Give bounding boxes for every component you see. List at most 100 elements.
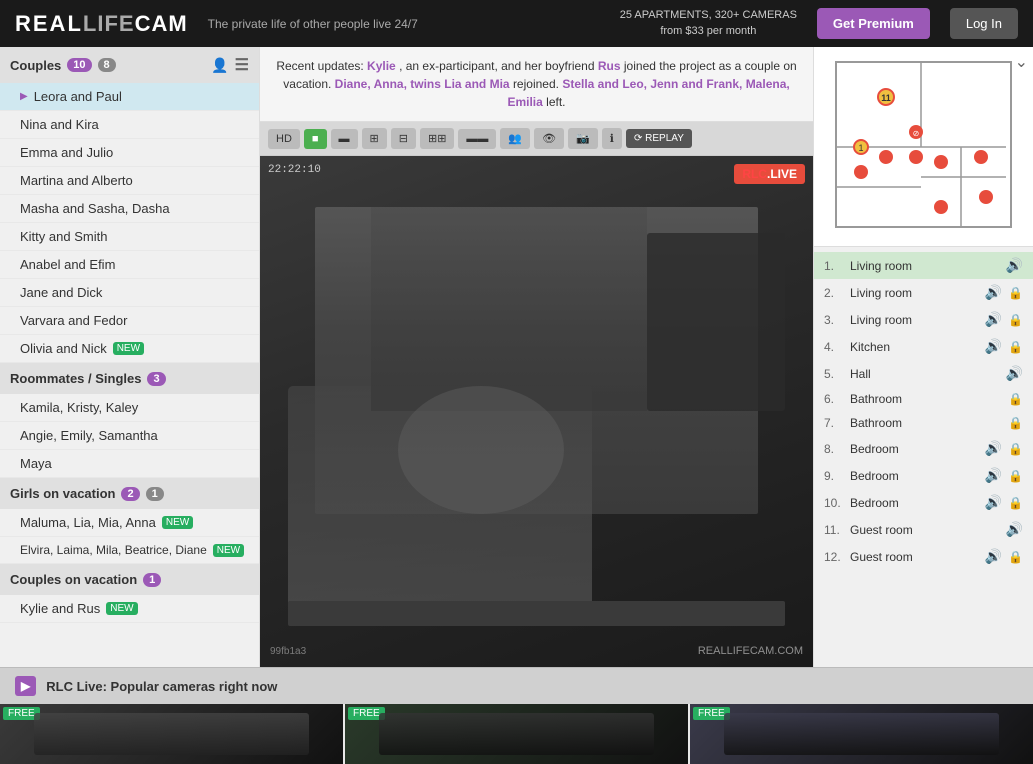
main-layout: Couples 10 8 👤 ☰ ▶ Leora and Paul Nina a… [0, 47, 1033, 667]
new-badge: NEW [113, 342, 144, 355]
room-list-item-3[interactable]: 3. Living room 🔊 🔒 [814, 306, 1033, 333]
sidebar-item-kitty-smith[interactable]: Kitty and Smith [0, 223, 259, 251]
sidebar-item-angie[interactable]: Angie, Emily, Samantha [0, 422, 259, 450]
live-button[interactable]: ■ [304, 129, 327, 149]
video-timestamp: 22:22:10 [268, 164, 321, 176]
sidebar: Couples 10 8 👤 ☰ ▶ Leora and Paul Nina a… [0, 47, 260, 667]
lock-icon-10: 🔒 [1008, 496, 1023, 510]
bottom-bar: ▶ RLC Live: Popular cameras right now [0, 667, 1033, 704]
sidebar-item-martina-alberto[interactable]: Martina and Alberto [0, 167, 259, 195]
room-list-item-11[interactable]: 11. Guest room 🔊 [814, 516, 1033, 543]
sidebar-item-leora-paul[interactable]: ▶ Leora and Paul [0, 83, 259, 111]
watermark: REALLIFECAM.COM [698, 645, 803, 657]
couples-section-header: Couples 10 8 👤 ☰ [0, 47, 259, 83]
layout-1-button[interactable]: ▬ [331, 129, 358, 149]
floor-plan-map: 11 ⊘ 1 ⌄ [814, 47, 1033, 247]
video-area: 22:22:10 RLC.LIVE REALLIFECAM.COM 99fb1a… [260, 156, 813, 667]
popular-cameras-label: RLC Live: Popular cameras right now [46, 679, 277, 694]
thumbnail-3[interactable]: FREE [690, 704, 1033, 764]
content-area: Recent updates: Kylie , an ex-participan… [260, 47, 813, 667]
room-list-item-8[interactable]: 8. Bedroom 🔊 🔒 [814, 435, 1033, 462]
room-list-item-9[interactable]: 9. Bedroom 🔊 🔒 [814, 462, 1033, 489]
room-list-item-4[interactable]: 4. Kitchen 🔊 🔒 [814, 333, 1033, 360]
premium-button[interactable]: Get Premium [817, 8, 930, 39]
sound-icon-11: 🔊 [1006, 521, 1023, 538]
girls-vacation-section-header: Girls on vacation 2 1 [0, 478, 259, 509]
new-badge-maluma: NEW [162, 516, 193, 529]
sound-icon-9: 🔊 [985, 467, 1002, 484]
room-list-item-2[interactable]: 2. Living room 🔊 🔒 [814, 279, 1033, 306]
rlc-icon: ▶ [15, 676, 36, 696]
replay-button[interactable]: ⟳ REPLAY [626, 129, 692, 148]
notification-bar: Recent updates: Kylie , an ex-participan… [260, 47, 813, 122]
lock-icon-2: 🔒 [1008, 286, 1023, 300]
lock-icon-3: 🔒 [1008, 313, 1023, 327]
room-list-item-7[interactable]: 7. Bathroom 🔒 [814, 411, 1033, 435]
tagline: The private life of other people live 24… [208, 17, 600, 31]
room-panel: 11 ⊘ 1 ⌄ [813, 47, 1033, 667]
lock-icon-6: 🔒 [1008, 392, 1023, 406]
logo: REALLIFECAM [15, 11, 188, 37]
camera-button[interactable]: 📷 [568, 128, 598, 149]
room-list-item-10[interactable]: 10. Bedroom 🔊 🔒 [814, 489, 1033, 516]
sidebar-item-nina-kira[interactable]: Nina and Kira [0, 111, 259, 139]
svg-text:11: 11 [881, 93, 891, 103]
sidebar-item-masha-sasha[interactable]: Masha and Sasha, Dasha [0, 195, 259, 223]
info-button[interactable]: ℹ [602, 128, 622, 149]
sidebar-item-jane-dick[interactable]: Jane and Dick [0, 279, 259, 307]
lock-icon-7: 🔒 [1008, 416, 1023, 430]
highlight-kylie: Kylie [367, 59, 396, 73]
room-list-item-12[interactable]: 12. Guest room 🔊 🔒 [814, 543, 1033, 570]
sound-icon-5: 🔊 [1006, 365, 1023, 382]
sidebar-item-kylie-rus[interactable]: Kylie and Rus NEW [0, 595, 259, 623]
sidebar-item-maya[interactable]: Maya [0, 450, 259, 478]
svg-text:1: 1 [858, 143, 863, 153]
wide-button[interactable]: ▬▬ [458, 129, 496, 149]
room-list-item-6[interactable]: 6. Bathroom 🔒 [814, 387, 1033, 411]
person-icon: 👤 [211, 57, 228, 74]
eye-button[interactable]: 👁 [534, 128, 564, 149]
person-button[interactable]: 👥 [500, 128, 530, 149]
couples-badge-count: 10 [67, 58, 91, 72]
lock-icon-4: 🔒 [1008, 340, 1023, 354]
video-frame: 22:22:10 RLC.LIVE REALLIFECAM.COM 99fb1a… [260, 156, 813, 667]
highlight-rus: Rus [598, 59, 621, 73]
login-button[interactable]: Log In [950, 8, 1018, 39]
video-toolbar: HD ■ ▬ ⊞ ⊟ ⊞⊞ ▬▬ 👥 👁 📷 ℹ ⟳ REPLAY [260, 122, 813, 156]
couples-vacation-section-header: Couples on vacation 1 [0, 564, 259, 595]
sidebar-item-maluma[interactable]: Maluma, Lia, Mia, Anna NEW [0, 509, 259, 537]
live-badge: RLC.LIVE [734, 164, 805, 184]
sidebar-item-olivia-nick[interactable]: Olivia and Nick NEW [0, 335, 259, 363]
room-list-item-5[interactable]: 5. Hall 🔊 [814, 360, 1033, 387]
video-id: 99fb1a3 [270, 646, 306, 657]
layout-2-button[interactable]: ⊞ [362, 128, 387, 149]
sidebar-item-anabel-efim[interactable]: Anabel and Efim [0, 251, 259, 279]
sidebar-item-varvara-fedor[interactable]: Varvara and Fedor [0, 307, 259, 335]
sound-icon-8: 🔊 [985, 440, 1002, 457]
roommates-badge: 3 [147, 372, 165, 386]
thumbnail-2[interactable]: FREE [345, 704, 688, 764]
sound-icon-3: 🔊 [985, 311, 1002, 328]
girls-badge1: 2 [121, 487, 139, 501]
room-list: 1. Living room 🔊 2. Living room 🔊 🔒 3. L… [814, 247, 1033, 575]
map-expand-button[interactable]: ⌄ [1015, 52, 1028, 72]
sidebar-item-elvira[interactable]: Elvira, Laima, Mila, Beatrice, Diane NEW [0, 537, 259, 564]
thumbnail-1[interactable]: FREE [0, 704, 343, 764]
room-list-item-1[interactable]: 1. Living room 🔊 [814, 252, 1033, 279]
header: REALLIFECAM The private life of other pe… [0, 0, 1033, 47]
girls-badge2: 1 [146, 487, 164, 501]
sound-icon-10: 🔊 [985, 494, 1002, 511]
room-scene [260, 156, 813, 667]
couples-badge-count2: 8 [98, 58, 116, 72]
lock-icon-12: 🔒 [1008, 550, 1023, 564]
svg-text:⊘: ⊘ [913, 129, 920, 138]
hd-button[interactable]: HD [268, 129, 300, 149]
thumbnails-row: FREE FREE FREE [0, 704, 1033, 764]
menu-icon[interactable]: ☰ [235, 55, 249, 75]
layout-3-button[interactable]: ⊟ [391, 128, 416, 149]
sidebar-item-kamila[interactable]: Kamila, Kristy, Kaley [0, 394, 259, 422]
highlight-diane: Diane, Anna, twins Lia and Mia [335, 77, 510, 91]
sidebar-item-emma-julio[interactable]: Emma and Julio [0, 139, 259, 167]
grid-button[interactable]: ⊞⊞ [420, 128, 454, 149]
sound-icon-2: 🔊 [985, 284, 1002, 301]
